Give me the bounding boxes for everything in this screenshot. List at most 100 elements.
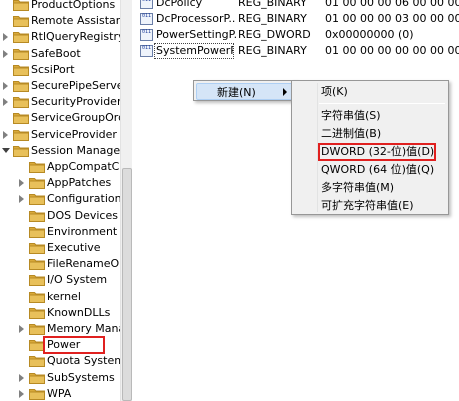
tree-item-label: FileRenameOperations	[47, 257, 120, 271]
tree-item-kernel[interactable]: kernel	[0, 289, 120, 305]
value-type: REG_DWORD	[238, 28, 311, 41]
expand-arrow-icon[interactable]	[2, 33, 10, 42]
value-name: PowerSettingP...	[156, 28, 236, 41]
tree-vertical-scrollbar[interactable]	[120, 0, 132, 401]
expand-arrow-icon[interactable]	[2, 130, 10, 139]
value-name: DcProcessorP...	[156, 12, 236, 25]
folder-icon	[13, 113, 29, 125]
tree-item-serviceprovider[interactable]: ServiceProvider	[0, 127, 120, 143]
value-row[interactable]: 011 DcProcessorP... REG_BINARY 01 00 00 …	[140, 11, 459, 27]
tree-item-label: Remote Assistance	[31, 14, 120, 28]
folder-icon	[13, 145, 29, 157]
value-row[interactable]: 011 PowerSettingP... REG_DWORD 0x0000000…	[140, 27, 459, 43]
tree-item-productoptions[interactable]: ProductOptions	[0, 0, 120, 13]
scrollbar-thumb[interactable]	[122, 168, 132, 401]
tree-item-i-o-system[interactable]: I/O System	[0, 272, 120, 288]
submenu-item-string-value[interactable]: 字符串值(S)	[321, 107, 381, 124]
tree-item-label: RtlQueryRegistryConfig	[31, 30, 120, 44]
tree-item-label: Session Manager	[31, 143, 120, 157]
tree-item-safeboot[interactable]: SafeBoot	[0, 46, 120, 62]
tree-item-label: ServiceGroupOrder	[31, 111, 120, 125]
submenu-item-key[interactable]: 项(K)	[321, 83, 348, 100]
collapse-arrow-icon[interactable]	[2, 147, 10, 155]
tree-item-label: AppPatches	[47, 176, 112, 190]
value-type: REG_BINARY	[238, 44, 307, 57]
tree-item-rtlqueryregistryconfig[interactable]: RtlQueryRegistryConfig	[0, 29, 120, 45]
registry-key-tree[interactable]: ProductOptions Remote Assistance RtlQueryR…	[0, 0, 120, 401]
tree-item-label: Memory Management	[47, 322, 120, 335]
expand-arrow-icon[interactable]	[18, 373, 26, 382]
folder-icon	[29, 178, 45, 190]
tree-item-label: SecurityProviders	[31, 95, 120, 109]
folder-icon	[29, 194, 45, 206]
folder-icon	[13, 129, 29, 141]
submenu-arrow-icon	[283, 88, 287, 96]
tree-item-label: KnownDLLs	[47, 305, 111, 319]
expand-arrow-icon[interactable]	[2, 98, 10, 107]
tree-item-subsystems[interactable]: SubSystems	[0, 370, 120, 386]
menu-separator	[319, 103, 445, 104]
tree-item-appcompatcache[interactable]: AppCompatCache	[0, 159, 120, 175]
expand-arrow-icon[interactable]	[2, 49, 10, 58]
tree-item-label: ServiceProvider	[31, 127, 117, 141]
folder-icon	[29, 356, 45, 368]
tree-item-executive[interactable]: Executive	[0, 240, 120, 256]
submenu-item-dword-value[interactable]: DWORD (32-位)值(D)	[318, 143, 437, 161]
tree-item-memory-management[interactable]: Memory Management	[0, 321, 120, 337]
binary-value-icon: 011	[140, 29, 153, 41]
highlight-box	[43, 336, 105, 355]
folder-icon	[13, 48, 29, 60]
value-data: 01 00 00 00 06 00 00 00 0	[325, 0, 459, 9]
tree-item-securepipeservers[interactable]: SecurePipeServers	[0, 78, 120, 94]
tree-item-servicegrouporder[interactable]: ServiceGroupOrder	[0, 110, 120, 126]
value-row[interactable]: 011 SystemPowerP... REG_BINARY 01 00 00 …	[140, 43, 459, 59]
folder-icon	[29, 210, 45, 222]
tree-item-scsiport[interactable]: ScsiPort	[0, 62, 120, 78]
submenu-item-multi-string-value[interactable]: 多字符串值(M)	[321, 179, 394, 196]
folder-icon	[29, 243, 45, 254]
tree-item-label: ProductOptions	[31, 0, 116, 11]
tree-item-label: SafeBoot	[31, 46, 81, 60]
tree-item-wpa[interactable]: WPA	[0, 386, 120, 401]
folder-icon	[29, 388, 45, 400]
tree-item-label: DOS Devices	[47, 208, 118, 222]
tree-item-knowndlls[interactable]: KnownDLLs	[0, 305, 120, 321]
tree-item-filerenameoperations[interactable]: FileRenameOperations	[0, 256, 120, 272]
value-data: 01 00 00 00 03 00 00 00 0	[325, 12, 459, 25]
expand-arrow-icon[interactable]	[18, 195, 26, 204]
tree-item-securityproviders[interactable]: SecurityProviders	[0, 94, 120, 110]
folder-icon	[29, 162, 45, 173]
binary-value-icon: 011	[140, 0, 153, 9]
submenu-item-binary-value[interactable]: 二进制值(B)	[321, 125, 381, 142]
menu-item-new[interactable]: 新建(N)	[196, 83, 294, 100]
tree-item-label: ScsiPort	[31, 62, 75, 76]
tree-item-environment[interactable]: Environment	[0, 224, 120, 240]
folder-icon	[13, 81, 29, 92]
tree-item-power[interactable]: Power	[0, 336, 120, 355]
folder-icon	[29, 291, 45, 303]
tree-item-dos-devices[interactable]: DOS Devices	[0, 208, 120, 224]
submenu-item-qword-value[interactable]: QWORD (64 位)值(Q)	[321, 161, 434, 178]
expand-arrow-icon[interactable]	[2, 82, 10, 90]
expand-arrow-icon[interactable]	[18, 325, 26, 333]
tree-item-configuration-manager[interactable]: Configuration Manager	[0, 191, 120, 207]
value-name: DcPolicy	[156, 0, 203, 9]
folder-icon	[13, 64, 29, 76]
tree-item-quota-system[interactable]: Quota System	[0, 353, 120, 369]
tree-item-label: I/O System	[47, 273, 108, 287]
value-row[interactable]: 011 DcPolicy REG_BINARY 01 00 00 00 06 0…	[140, 0, 459, 11]
tree-item-remote-assistance[interactable]: Remote Assistance	[0, 13, 120, 29]
tree-item-apppatches[interactable]: AppPatches	[0, 175, 120, 191]
folder-icon	[13, 0, 29, 11]
tree-item-label: SecurePipeServers	[31, 79, 120, 92]
tree-item-session-manager[interactable]: Session Manager	[0, 143, 120, 159]
value-data: 01 00 00 00 00 00 00 00 0	[325, 44, 459, 57]
binary-value-icon: 011	[140, 45, 153, 57]
expand-arrow-icon[interactable]	[18, 389, 26, 398]
submenu-item-expandable-string-value[interactable]: 可扩充字符串值(E)	[321, 197, 414, 214]
tree-item-label: Executive	[47, 241, 101, 254]
expand-arrow-icon[interactable]	[18, 179, 26, 188]
folder-icon	[29, 259, 45, 271]
folder-icon	[13, 16, 29, 28]
tree-item-label: Quota System	[47, 354, 120, 368]
